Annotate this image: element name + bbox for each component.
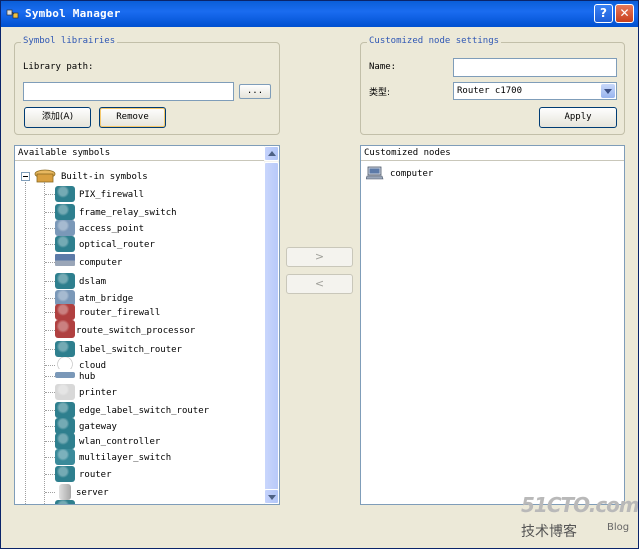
title-bar[interactable]: Symbol Manager ? ✕ bbox=[1, 1, 638, 27]
tree-item-label: optical_router bbox=[79, 240, 155, 250]
tree-item-route-switch-processor[interactable]: route_switch_processor bbox=[15, 320, 264, 338]
library-path-label: Library path: bbox=[23, 62, 94, 72]
customized-nodes-header: Customized nodes bbox=[361, 146, 624, 161]
customized-node-settings-group: Customized node settings Name: 类型: Route… bbox=[360, 36, 625, 135]
dslam-icon bbox=[55, 273, 75, 289]
tree-item-server[interactable]: server bbox=[15, 484, 264, 500]
tree-item-gateway[interactable]: gateway bbox=[15, 418, 264, 434]
watermark-blog: Blog bbox=[607, 522, 630, 533]
tree-item-label: wlan_controller bbox=[79, 437, 161, 447]
customized-node-item[interactable]: computer bbox=[361, 166, 624, 182]
watermark-subtitle: 技术博客 bbox=[521, 524, 577, 540]
tree-item-label: router bbox=[79, 470, 112, 480]
watermark: 51CTO.com 技术博客 Blog bbox=[521, 493, 639, 540]
tree-item-access-point[interactable]: access_point bbox=[15, 220, 264, 236]
customized-node-settings-legend: Customized node settings bbox=[367, 36, 502, 46]
multilayer-switch-icon bbox=[55, 449, 75, 465]
tree-item-lightweight-ap[interactable]: lightweight_ap bbox=[15, 500, 264, 505]
tree-item-label: router_firewall bbox=[79, 308, 161, 318]
available-symbols-scrollbar[interactable] bbox=[264, 146, 279, 504]
computer-icon bbox=[55, 254, 75, 266]
library-path-input[interactable] bbox=[23, 82, 234, 101]
tree-item-label: server bbox=[76, 488, 109, 498]
tree-item-label: hub bbox=[79, 372, 96, 382]
tree-item-label: gateway bbox=[79, 422, 117, 432]
tree-item-label: lightweight_ap bbox=[79, 504, 155, 505]
chevron-down-icon[interactable] bbox=[601, 84, 615, 98]
optical-router-icon bbox=[55, 236, 75, 252]
tree-item-edge-label-switch-router[interactable]: edge_label_switch_router bbox=[15, 402, 264, 418]
router-firewall-icon bbox=[55, 304, 75, 320]
customized-node-label: computer bbox=[390, 169, 434, 179]
tree-item-label: route_switch_processor bbox=[76, 326, 196, 336]
type-label: 类型: bbox=[369, 88, 391, 98]
tree-item-label: multilayer_switch bbox=[79, 453, 172, 463]
tree-item-router[interactable]: router bbox=[15, 466, 264, 482]
remove-from-customized-button[interactable]: < bbox=[286, 274, 353, 294]
tree-item-label: atm_bridge bbox=[79, 294, 134, 304]
close-button[interactable]: ✕ bbox=[615, 4, 634, 23]
remove-library-button[interactable]: Remove bbox=[99, 107, 166, 128]
tree-item-label: access_point bbox=[79, 224, 145, 234]
name-label: Name: bbox=[369, 62, 397, 72]
add-library-button[interactable]: 添加(A) bbox=[24, 107, 91, 128]
tree-item-wlan-controller[interactable]: wlan_controller bbox=[15, 433, 264, 449]
tree-item-printer[interactable]: printer bbox=[15, 384, 264, 400]
server-icon bbox=[59, 484, 71, 500]
gateway-icon bbox=[55, 418, 75, 434]
tree-item-dslam[interactable]: dslam bbox=[15, 273, 264, 289]
watermark-logo: 51CTO.com bbox=[521, 493, 639, 517]
tree-item-PIX-firewall[interactable]: PIX_firewall bbox=[15, 186, 264, 202]
browse-button[interactable]: ... bbox=[239, 84, 271, 99]
help-button[interactable]: ? bbox=[594, 4, 613, 23]
library-icon bbox=[34, 169, 56, 183]
firewall-icon bbox=[55, 186, 75, 202]
hub-icon bbox=[55, 372, 75, 378]
route-switch-processor-icon bbox=[55, 320, 75, 338]
tree-item-label: edge_label_switch_router bbox=[79, 406, 210, 416]
scroll-up-button[interactable] bbox=[264, 146, 279, 161]
tree-item-computer[interactable]: computer bbox=[15, 254, 264, 270]
window-title: Symbol Manager bbox=[25, 7, 121, 20]
name-input[interactable] bbox=[453, 58, 617, 77]
app-icon bbox=[6, 9, 19, 19]
printer-icon bbox=[55, 384, 75, 400]
tree-item-label: label_switch_router bbox=[79, 345, 182, 355]
apply-button[interactable]: Apply bbox=[539, 107, 617, 128]
customized-nodes-panel: Customized nodes computer bbox=[360, 145, 625, 505]
symbol-libraries-group: Symbol librairies Library path: ... 添加(A… bbox=[14, 36, 280, 135]
label-switch-router-icon bbox=[55, 341, 75, 357]
tree-item-label: dslam bbox=[79, 277, 107, 287]
tree-item-frame-relay-switch[interactable]: frame_relay_switch bbox=[15, 204, 264, 220]
type-select-value: Router c1700 bbox=[457, 86, 523, 96]
wlan-controller-icon bbox=[55, 433, 75, 449]
symbol-libraries-legend: Symbol librairies bbox=[21, 36, 118, 46]
available-symbols-panel: Available symbols Built-in symbols PIX_f… bbox=[14, 145, 280, 505]
symbol-tree: Built-in symbols PIX_firewall frame_relay… bbox=[15, 146, 264, 504]
edge-label-switch-router-icon bbox=[55, 402, 75, 418]
access-point-icon bbox=[55, 220, 75, 236]
tree-item-optical-router[interactable]: optical_router bbox=[15, 236, 264, 252]
collapse-icon[interactable] bbox=[21, 172, 30, 181]
add-to-customized-button[interactable]: > bbox=[286, 247, 353, 267]
symbol-manager-window: Symbol Manager ? ✕ Symbol librairies Lib… bbox=[0, 0, 639, 549]
type-select[interactable]: Router c1700 bbox=[453, 82, 617, 100]
lightweight-ap-icon bbox=[55, 500, 75, 504]
scroll-down-button[interactable] bbox=[264, 489, 279, 504]
tree-item-label: PIX_firewall bbox=[79, 190, 145, 200]
tree-item-label: printer bbox=[79, 388, 117, 398]
tree-item-router-firewall[interactable]: router_firewall bbox=[15, 304, 264, 320]
scroll-thumb[interactable] bbox=[264, 162, 279, 503]
frame-relay-switch-icon bbox=[55, 204, 75, 220]
tree-item-multilayer-switch[interactable]: multilayer_switch bbox=[15, 449, 264, 465]
router-icon bbox=[55, 466, 75, 482]
tree-item-label-switch-router[interactable]: label_switch_router bbox=[15, 341, 264, 357]
tree-item-label: computer bbox=[79, 258, 123, 268]
tree-root-label: Built-in symbols bbox=[61, 172, 148, 182]
computer-icon bbox=[366, 166, 384, 180]
tree-item-hub[interactable]: hub bbox=[15, 368, 264, 384]
tree-item-label: frame_relay_switch bbox=[79, 208, 177, 218]
